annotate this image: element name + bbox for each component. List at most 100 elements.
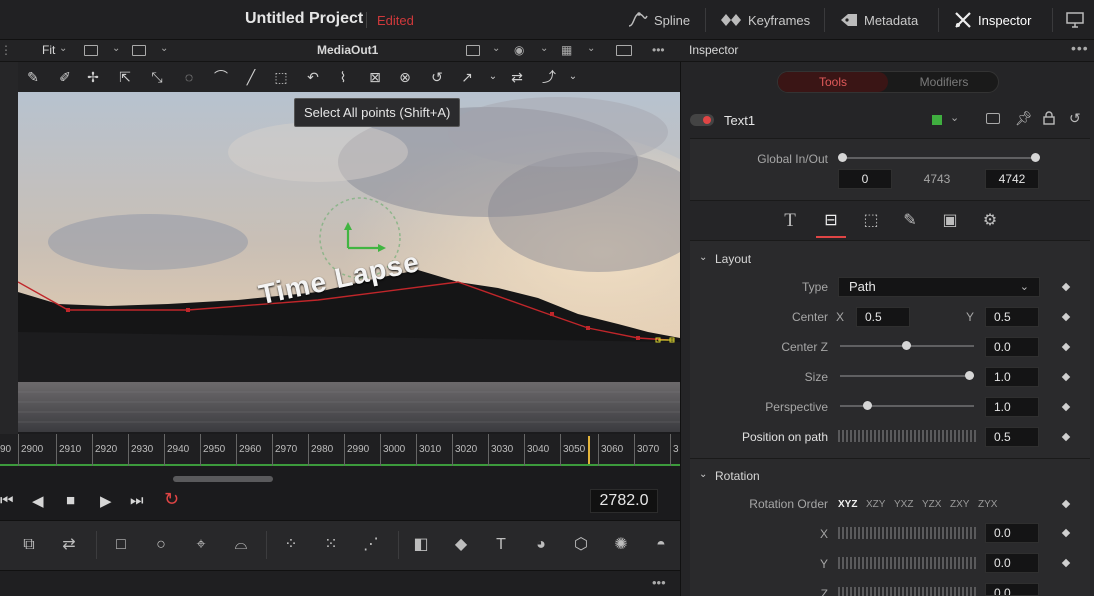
image-tab-icon[interactable]: ▣ — [939, 210, 961, 230]
chevron-down-icon[interactable]: ⌄ — [587, 43, 595, 54]
tab-keyframes[interactable]: Keyframes — [720, 0, 810, 40]
camera-3d-icon[interactable]: ◕ — [530, 535, 552, 555]
center-z-knob[interactable] — [902, 341, 911, 350]
reset-icon[interactable]: ↺ — [1069, 110, 1081, 127]
color-channel-icon[interactable]: ◉ — [514, 43, 524, 57]
select-icon[interactable]: ⤡ — [148, 68, 166, 86]
draw-icon[interactable]: ✐ — [56, 68, 74, 86]
rotation-x-thumbwheel[interactable] — [838, 527, 976, 539]
tab-spline[interactable]: Spline — [628, 0, 690, 40]
size-knob[interactable] — [965, 371, 974, 380]
particle-force-icon[interactable]: ⋰ — [360, 535, 382, 555]
rotation-z-thumbwheel[interactable] — [838, 587, 976, 596]
viewer-canvas[interactable]: Time Lapse — [18, 92, 680, 432]
overlay-icon[interactable] — [466, 45, 480, 56]
chevron-down-icon[interactable]: ⌄ — [160, 43, 168, 54]
step-back-icon[interactable]: ◀ — [32, 492, 44, 510]
settings-tab-icon[interactable]: ⚙ — [979, 210, 1001, 230]
timeline-ruler[interactable]: 90 2900 2910 2920 2930 2940 2950 2960 29… — [0, 434, 680, 466]
go-to-end-icon[interactable]: ⏭ — [130, 492, 144, 509]
layout-tab-icon[interactable]: ⊟ — [820, 210, 842, 230]
timecode-field[interactable]: 2782.0 — [590, 489, 658, 513]
version-icon[interactable] — [986, 113, 1000, 124]
publish-icon[interactable]: ↗ — [458, 68, 476, 86]
perspective-slider[interactable] — [840, 405, 974, 407]
text-3d-icon[interactable]: T — [490, 535, 512, 555]
go-to-start-icon[interactable]: ⏮ — [0, 492, 14, 509]
image-plane-3d-icon[interactable]: ◧ — [410, 535, 432, 555]
rotation-title[interactable]: Rotation — [715, 469, 760, 483]
stop-icon[interactable]: ■ — [66, 492, 75, 509]
zoom-region-icon[interactable]: ⊠ — [366, 68, 384, 86]
viewer-window-icon[interactable] — [132, 45, 146, 56]
global-out-field[interactable]: 4742 — [985, 169, 1039, 189]
chevron-down-icon[interactable]: ⌄ — [540, 43, 548, 54]
center-y-field[interactable]: 0.5 — [985, 307, 1039, 327]
rotation-y-thumbwheel[interactable] — [838, 557, 976, 569]
pin-icon[interactable]: 📌︎ — [1015, 110, 1033, 127]
size-field[interactable]: 1.0 — [985, 367, 1039, 387]
shape-3d-icon[interactable]: ◆ — [450, 535, 472, 555]
loop-icon[interactable]: ↻ — [164, 489, 179, 510]
rotation-y-field[interactable]: 0.0 — [985, 553, 1039, 573]
global-in-handle[interactable] — [838, 153, 847, 162]
global-in-field[interactable]: 0 — [838, 169, 892, 189]
show-keypoints-icon[interactable]: ↶ — [304, 68, 322, 86]
position-on-path-field[interactable]: 0.5 — [985, 427, 1039, 447]
more-options-icon[interactable]: ••• — [1071, 40, 1089, 56]
rotation-order-xyz[interactable]: XYZ — [838, 499, 857, 510]
lasso-icon[interactable]: ◌ — [180, 68, 198, 86]
lock-icon[interactable] — [1043, 111, 1055, 125]
transform-icon[interactable]: ⇄ — [58, 535, 80, 555]
chevron-down-icon[interactable]: ⌄ — [699, 252, 707, 263]
particle-render-icon[interactable]: ⁙ — [320, 535, 342, 555]
select-all-points-icon[interactable]: ⬚ — [272, 68, 290, 86]
smooth-icon[interactable]: ⌒ — [212, 68, 230, 86]
chevron-down-icon[interactable]: ⌄ — [492, 43, 500, 54]
play-icon[interactable]: ▶ — [100, 492, 112, 510]
modify-icon[interactable]: ⇱ — [116, 68, 134, 86]
grid-icon[interactable]: ▦ — [561, 43, 572, 57]
rotation-z-field[interactable]: 0.0 — [985, 583, 1039, 596]
chevron-down-icon[interactable]: ⌄ — [699, 469, 707, 480]
render-3d-icon[interactable]: ◓ — [650, 535, 672, 555]
scrollbar-thumb[interactable] — [173, 476, 273, 482]
viewer-layout-icon[interactable] — [84, 45, 98, 56]
crop-icon[interactable]: ⧉ — [18, 535, 40, 555]
text-tab-icon[interactable]: T — [779, 210, 801, 231]
bspline-mask-icon[interactable]: ⌓ — [230, 535, 252, 555]
more-options-icon[interactable]: ••• — [652, 43, 665, 57]
tab-tools[interactable]: Tools — [778, 72, 888, 92]
tab-inspector[interactable]: Inspector — [954, 0, 1031, 40]
rotation-order-yxz[interactable]: YXZ — [894, 499, 913, 510]
global-range-track[interactable] — [843, 157, 1036, 159]
close-spline-icon[interactable]: ↺ — [428, 68, 446, 86]
rotation-order-zxy[interactable]: ZXY — [950, 499, 969, 510]
center-z-field[interactable]: 0.0 — [985, 337, 1039, 357]
transform-tab-icon[interactable]: ⬚ — [860, 210, 882, 230]
add-point-icon[interactable]: ✎ — [24, 68, 42, 86]
node-name[interactable]: Text1 — [724, 113, 755, 128]
playhead[interactable] — [588, 436, 590, 464]
merge-3d-icon[interactable]: ⬡ — [570, 535, 592, 555]
linear-icon[interactable]: ╱ — [242, 68, 260, 86]
node-color-swatch[interactable] — [932, 115, 942, 125]
polygon-mask-icon[interactable]: ⌖ — [190, 535, 212, 555]
tab-modifiers[interactable]: Modifiers — [890, 72, 998, 92]
fit-dropdown[interactable]: Fit — [42, 43, 55, 57]
roto-assist-icon[interactable]: ⤴ — [540, 68, 558, 86]
rotation-order-zyx[interactable]: ZYX — [978, 499, 997, 510]
center-x-field[interactable]: 0.5 — [856, 307, 910, 327]
ellipse-mask-icon[interactable]: ○ — [150, 535, 172, 555]
rotation-order-xzy[interactable]: XZY — [866, 499, 885, 510]
rectangle-mask-icon[interactable]: □ — [110, 535, 132, 555]
type-dropdown[interactable]: Path ⌄ — [838, 277, 1040, 297]
chevron-down-icon[interactable]: ⌄ — [484, 68, 502, 86]
delete-point-icon[interactable]: ⊗ — [396, 68, 414, 86]
particle-emitter-icon[interactable]: ⁘ — [280, 535, 302, 555]
more-options-icon[interactable]: ••• — [652, 575, 666, 590]
insert-point-icon[interactable]: ✢ — [84, 68, 102, 86]
layout-title[interactable]: Layout — [715, 252, 751, 266]
perspective-field[interactable]: 1.0 — [985, 397, 1039, 417]
timeline-scrollbar[interactable] — [0, 470, 680, 484]
